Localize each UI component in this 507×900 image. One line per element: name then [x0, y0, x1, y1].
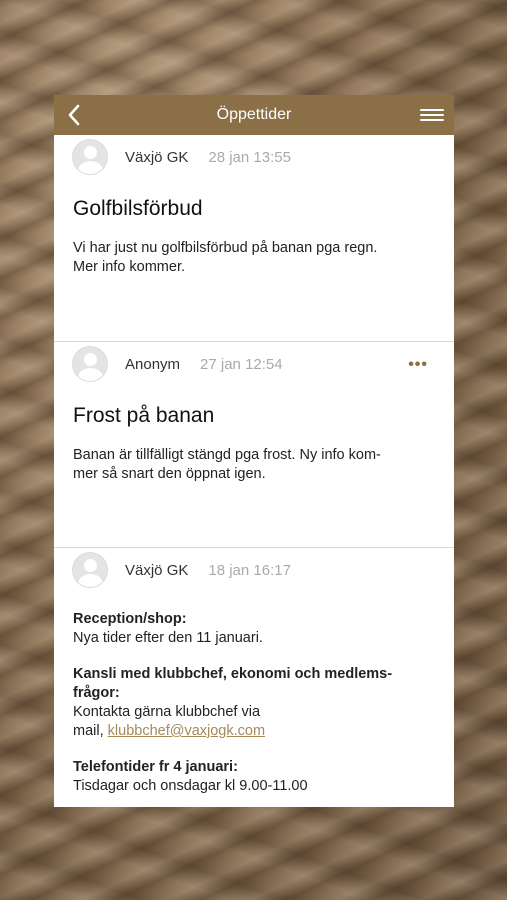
post-title: Golfbilsförbud	[73, 197, 203, 220]
post-body-line: Banan är tillfälligt stängd pga frost. N…	[73, 447, 381, 463]
section-text: Kontakta gärna klubbchef via	[73, 704, 261, 720]
post-meta: Anonym 27 jan 12:54 •••	[54, 344, 454, 384]
more-options-icon[interactable]: •••	[408, 356, 428, 374]
post-section: Reception/shop: Nya tider efter den 11 j…	[73, 610, 435, 648]
post-date: 28 jan 13:55	[208, 148, 291, 166]
chevron-left-icon	[68, 104, 80, 126]
avatar-icon	[72, 139, 108, 175]
section-text-prefix: mail,	[73, 723, 108, 739]
header-bar: Öppettider	[54, 95, 454, 135]
post-author: Anonym	[125, 355, 181, 373]
page-title: Öppettider	[216, 106, 292, 123]
post-body-line: mer så snart den öppnat igen.	[73, 466, 266, 482]
post-title: Frost på banan	[73, 404, 215, 427]
section-heading: Reception/shop:	[73, 611, 187, 627]
post-meta: Växjö GK 18 jan 16:17	[54, 550, 454, 590]
section-text: Nya tider efter den 11 januari.	[73, 630, 263, 646]
post-section: Kansli med klubbchef, ekonomi och medlem…	[73, 665, 435, 741]
post-meta: Växjö GK 28 jan 13:55	[54, 138, 454, 176]
hamburger-menu-icon[interactable]	[420, 105, 444, 125]
post-body-line: Mer info kommer.	[73, 259, 185, 275]
post-author: Växjö GK	[125, 561, 189, 579]
avatar-icon	[72, 552, 108, 588]
post-author: Växjö GK	[125, 148, 189, 166]
avatar-icon	[72, 346, 108, 382]
post-section: Telefontider fr 4 januari: Tisdagar och …	[73, 758, 435, 796]
section-heading: frågor:	[73, 685, 120, 701]
post-date: 27 jan 12:54	[200, 355, 283, 373]
back-button[interactable]	[60, 101, 88, 129]
section-heading: Kansli med klubbchef, ekonomi och medlem…	[73, 666, 393, 682]
post-body: Vi har just nu golfbilsförbud på banan p…	[73, 239, 435, 277]
post-body: Banan är tillfälligt stängd pga frost. N…	[73, 446, 435, 484]
section-heading: Telefontider fr 4 januari:	[73, 759, 238, 775]
news-post[interactable]: Anonym 27 jan 12:54 ••• Frost på banan B…	[54, 344, 454, 548]
news-post[interactable]: Växjö GK 18 jan 16:17 Reception/shop: Ny…	[54, 550, 454, 796]
post-date: 18 jan 16:17	[208, 561, 291, 579]
section-text: mail, klubbchef@vaxjogk.com	[73, 722, 435, 741]
news-post[interactable]: Växjö GK 28 jan 13:55 Golfbilsförbud Vi …	[54, 138, 454, 342]
section-text: Tisdagar och onsdagar kl 9.00-11.00	[73, 778, 308, 794]
email-link[interactable]: klubbchef@vaxjogk.com	[108, 723, 265, 739]
app-window: Öppettider Växjö GK 28 jan 13:55 Golfbil…	[54, 95, 454, 807]
post-body-line: Vi har just nu golfbilsförbud på banan p…	[73, 240, 378, 256]
